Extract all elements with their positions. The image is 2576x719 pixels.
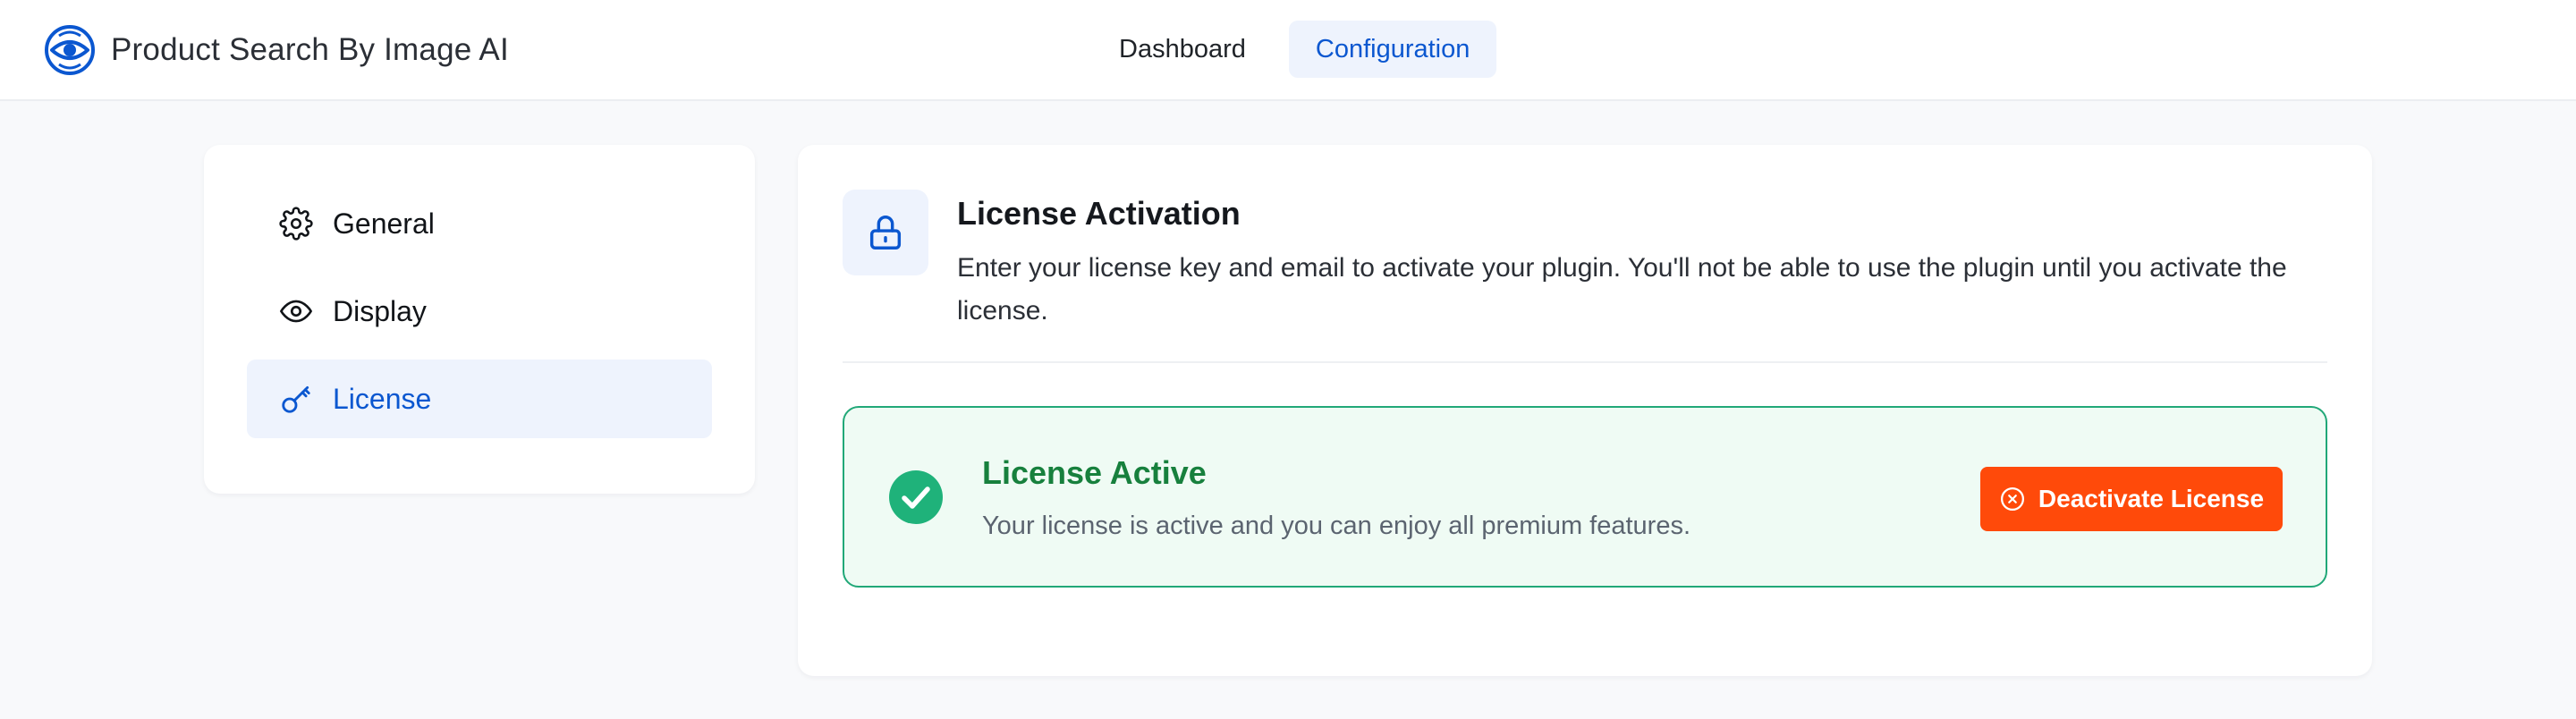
sidebar-item-label: License bbox=[333, 382, 432, 415]
eye-search-logo-icon bbox=[45, 25, 95, 75]
key-icon bbox=[282, 385, 310, 413]
sidebar-item-display[interactable]: Display bbox=[247, 272, 712, 351]
section-description: Enter your license key and email to acti… bbox=[957, 253, 2287, 326]
app-title: Product Search By Image AI bbox=[111, 32, 509, 67]
sidebar-item-label: Display bbox=[333, 294, 427, 327]
license-status-card: License Active Your license is active an… bbox=[843, 406, 2327, 588]
deactivate-button-label: Deactivate License bbox=[2038, 485, 2265, 512]
check-circle-icon bbox=[889, 470, 943, 524]
tab-dashboard[interactable]: Dashboard bbox=[1092, 21, 1273, 78]
brand: Product Search By Image AI bbox=[43, 23, 509, 77]
sidebar-item-label: General bbox=[333, 207, 435, 240]
lock-icon-container bbox=[843, 190, 928, 275]
license-panel: License Activation Enter your license ke… bbox=[798, 145, 2372, 676]
lock-icon bbox=[869, 216, 902, 250]
eye-icon bbox=[280, 300, 312, 323]
deactivate-license-button[interactable]: Deactivate License bbox=[1980, 467, 2283, 531]
x-circle-icon bbox=[2000, 487, 2024, 511]
divider bbox=[843, 361, 2327, 363]
top-bar: Product Search By Image AI Dashboard Con… bbox=[0, 0, 2576, 101]
status-message: Your license is active and you can enjoy… bbox=[982, 512, 1691, 540]
settings-sidebar: General Display License bbox=[204, 145, 755, 494]
sidebar-item-license[interactable]: License bbox=[247, 360, 712, 438]
gear-icon bbox=[279, 207, 313, 241]
main-nav: Dashboard Configuration bbox=[1092, 21, 1497, 78]
section-title: License Activation bbox=[957, 195, 1241, 232]
status-title: License Active bbox=[982, 454, 1207, 491]
sidebar-item-general[interactable]: General bbox=[247, 184, 712, 263]
tab-configuration[interactable]: Configuration bbox=[1288, 21, 1497, 78]
